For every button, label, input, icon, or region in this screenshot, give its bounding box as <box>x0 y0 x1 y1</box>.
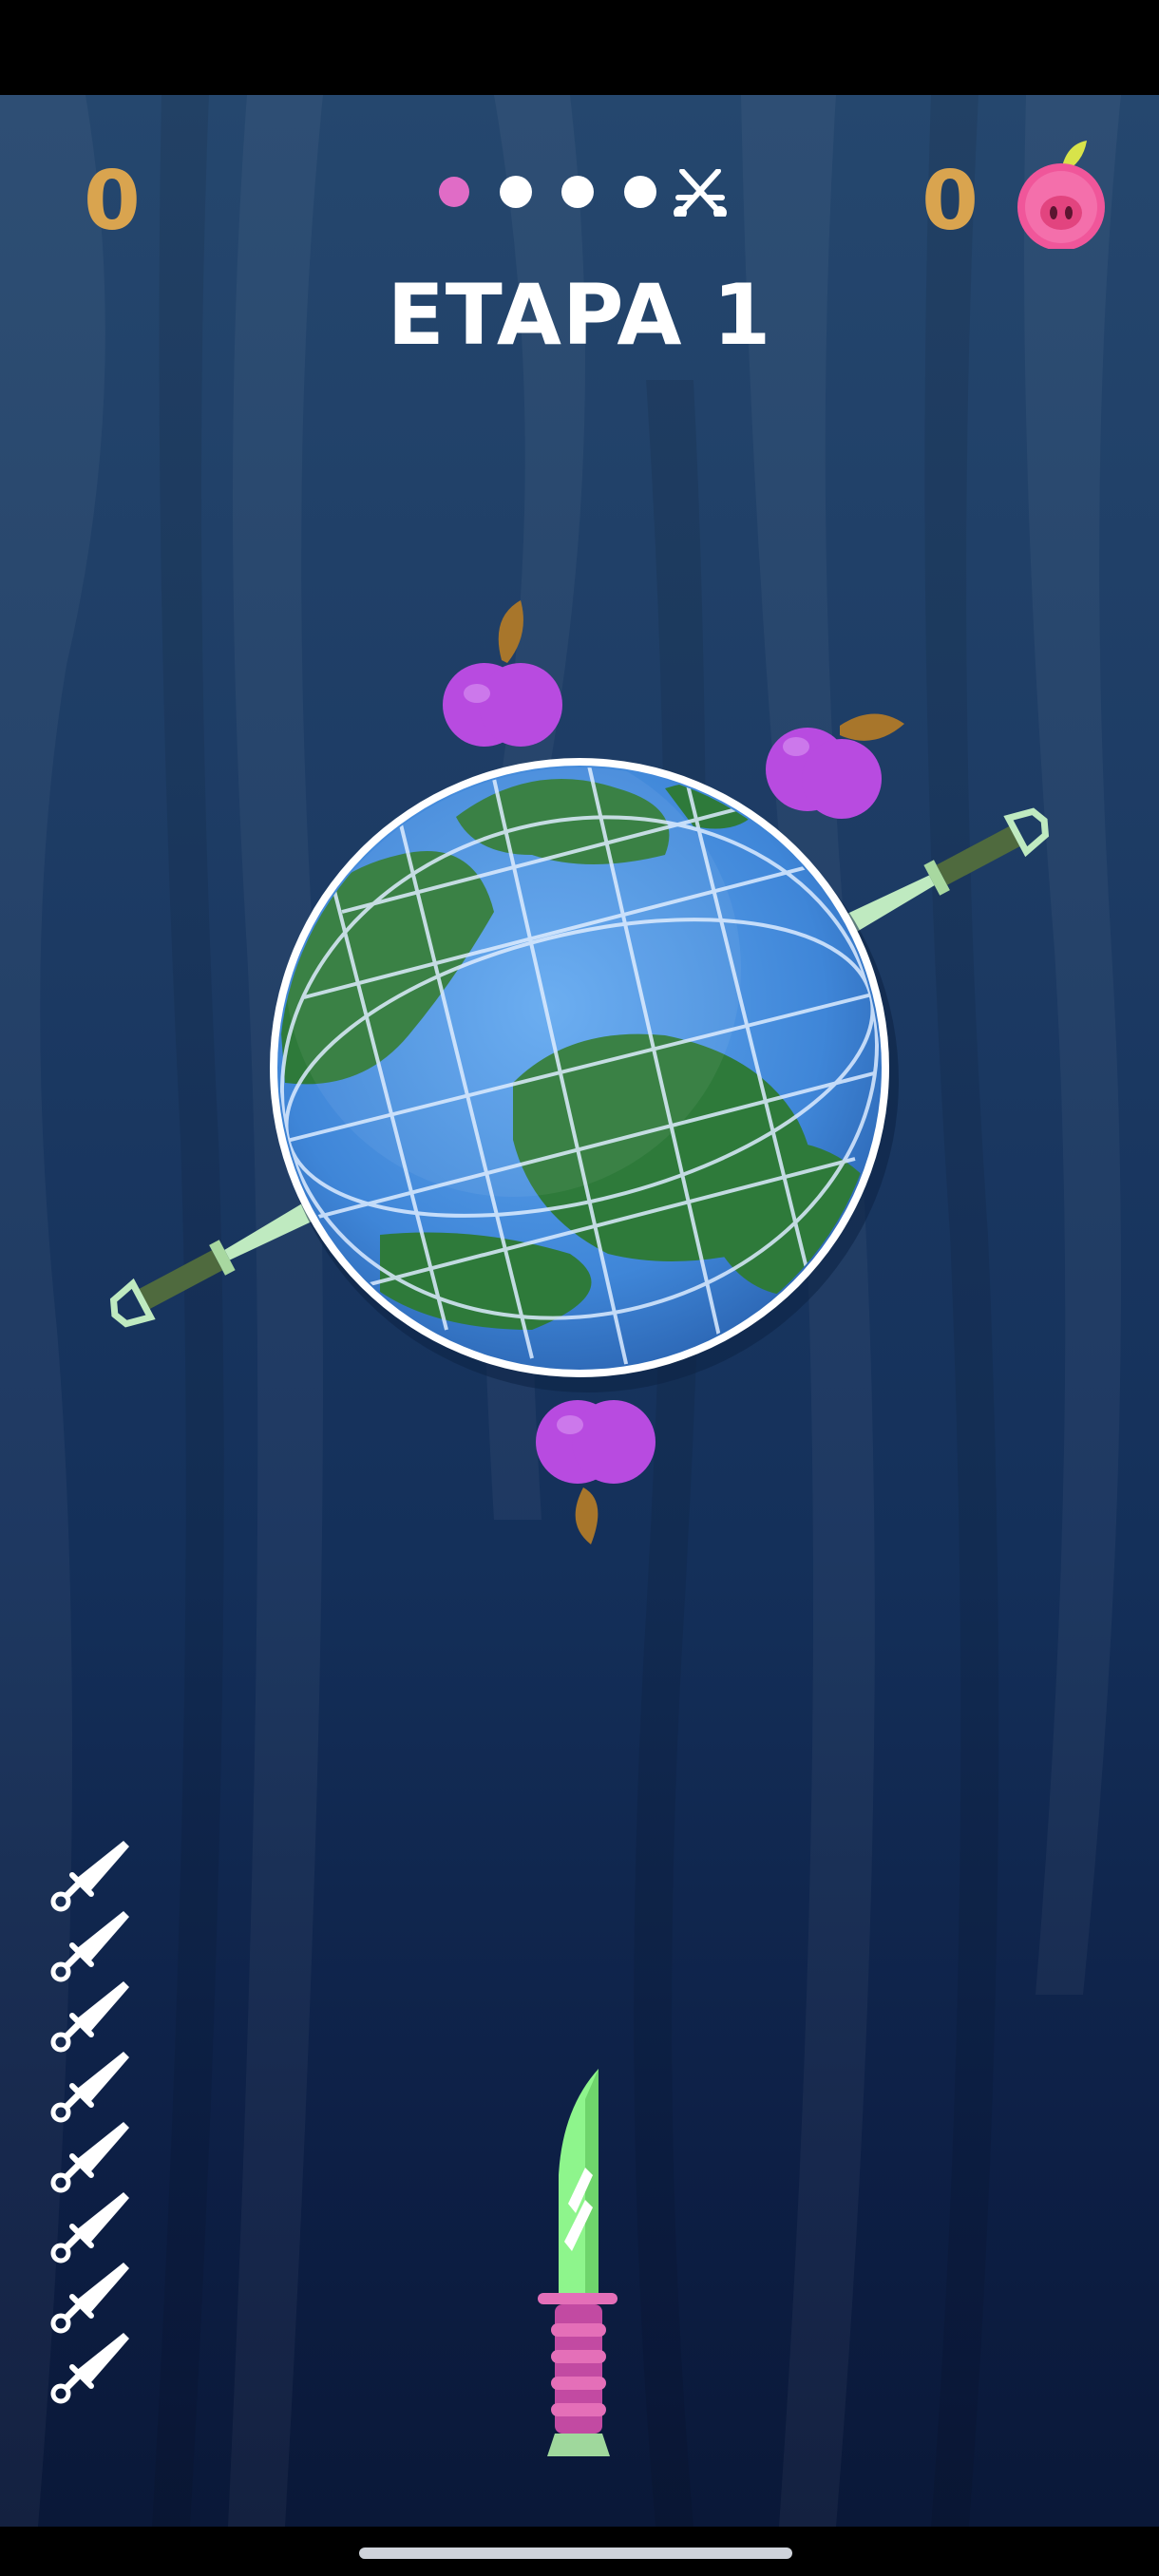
player-knife[interactable] <box>530 2061 625 2470</box>
home-indicator[interactable] <box>359 2548 792 2559</box>
knife-icon <box>50 2333 129 2404</box>
knife-icon <box>50 2122 129 2193</box>
knife-icon <box>50 1841 129 1912</box>
knife-icon <box>50 2052 129 2123</box>
knife-icon <box>50 1981 129 2053</box>
knife-icon <box>50 1911 129 1982</box>
knife-icon <box>50 2192 129 2263</box>
globe-target <box>270 758 899 1392</box>
apple-target <box>443 600 562 747</box>
knives-remaining <box>50 1841 129 2404</box>
knife-icon <box>50 2263 129 2334</box>
apple-target <box>536 1400 656 1544</box>
apple-target <box>766 713 904 819</box>
